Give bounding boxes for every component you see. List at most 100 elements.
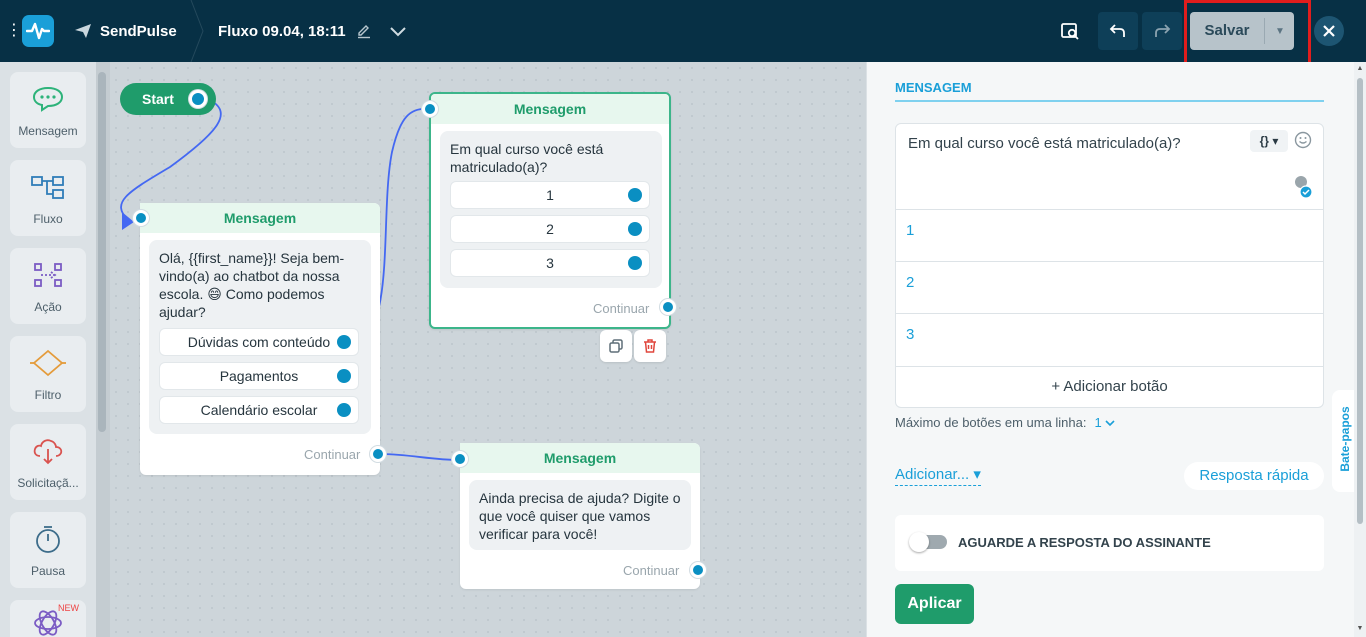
node-toolbar (600, 330, 668, 362)
duplicate-button[interactable] (600, 330, 632, 362)
edit-pencil-icon[interactable] (356, 23, 372, 39)
sidebar-item-label: Pausa (30, 564, 66, 578)
message-settings-panel: MENSAGEM Em qual curso você está matricu… (866, 62, 1354, 637)
sidebar-scrollbar[interactable] (96, 62, 110, 637)
message-textarea[interactable]: Em qual curso você está matriculado(a)? (908, 135, 1181, 152)
sidebar-item-label: Fluxo (33, 212, 63, 226)
sendpulse-logo[interactable] (22, 15, 54, 47)
filter-icon (30, 349, 66, 377)
continue-output-port[interactable] (660, 299, 676, 315)
add-element-dropdown[interactable]: Adicionar... ▾ (895, 465, 981, 486)
flow-title[interactable]: Fluxo 09.04, 18:11 (218, 18, 372, 44)
option-label: 2 (546, 221, 554, 237)
undo-button[interactable] (1098, 12, 1138, 50)
option-port[interactable] (628, 222, 642, 236)
reply-button-label: 2 (906, 274, 915, 291)
emoji-icon[interactable] (1294, 131, 1312, 149)
message-editor: Em qual curso você está matriculado(a)? … (895, 123, 1324, 408)
spellcheck-icon (1295, 176, 1313, 198)
option-button[interactable]: Pagamentos (159, 362, 359, 390)
save-highlight-box (1184, 0, 1311, 66)
await-response-toggle[interactable] (909, 532, 947, 552)
node-input-port[interactable] (133, 210, 149, 226)
chats-side-tab[interactable]: Bate-papos (1332, 390, 1356, 492)
max-buttons-label: Máximo de botões em uma linha: (895, 415, 1087, 430)
scroll-down-arrow[interactable]: ▼ (1356, 625, 1364, 632)
sidebar-item-ai[interactable]: NEW (10, 600, 86, 637)
max-buttons-select[interactable]: 1 (1094, 415, 1115, 430)
continue-label: Continuar (304, 447, 361, 462)
variables-dropdown[interactable]: {} ▾ (1250, 130, 1288, 152)
sidebar-item-acao[interactable]: Ação (10, 248, 86, 324)
await-response-label: AGUARDE A RESPOSTA DO ASSINANTE (958, 535, 1211, 550)
max-buttons-row: Máximo de botões em uma linha: 1 (895, 415, 1115, 430)
sidebar-item-label: Filtro (34, 388, 62, 402)
close-icon (1323, 25, 1335, 37)
option-button[interactable]: 3 (450, 249, 650, 277)
reply-button-row[interactable]: 2 (896, 261, 1323, 313)
option-port[interactable] (337, 335, 351, 349)
redo-button[interactable] (1142, 12, 1182, 50)
apply-button[interactable]: Aplicar (895, 584, 974, 624)
message-text: Ainda precisa de ajuda? Digite o que voc… (479, 490, 681, 542)
reply-button-row[interactable]: 3 (896, 313, 1323, 365)
option-button[interactable]: 2 (450, 215, 650, 243)
message-text: Em qual curso você está matriculado(a)? (450, 141, 604, 175)
start-output-port[interactable] (189, 90, 207, 108)
message-node[interactable]: Mensagem Ainda precisa de ajuda? Digite … (460, 443, 700, 589)
message-node-selected[interactable]: Mensagem Em qual curso você está matricu… (429, 92, 671, 329)
node-title: Mensagem (460, 443, 700, 473)
option-label: Dúvidas com conteúdo (187, 334, 331, 350)
variables-label: {} (1259, 134, 1269, 148)
reply-button-label: 1 (906, 222, 915, 239)
message-bubble: Olá, {{first_name}}! Seja bem-vindo(a) a… (149, 240, 371, 434)
sidebar-item-filtro[interactable]: Filtro (10, 336, 86, 412)
copy-icon (609, 339, 623, 353)
node-input-port[interactable] (422, 101, 438, 117)
option-label: Pagamentos (219, 368, 299, 384)
more-vertical-icon[interactable]: ⋮ (6, 20, 22, 42)
cloud-request-icon (33, 439, 63, 465)
reply-button-row[interactable]: 1 (896, 209, 1323, 261)
top-bar: ⋮ SendPulse Fluxo 09.04, 18:11 Salvar ▼ (0, 0, 1366, 66)
option-port[interactable] (337, 369, 351, 383)
reply-button-label: 3 (906, 326, 915, 343)
flow-canvas[interactable]: Start Mensagem Olá, {{first_name}}! Seja… (110, 62, 866, 637)
continue-label: Continuar (623, 563, 680, 578)
node-title: Mensagem (140, 203, 380, 233)
scroll-up-arrow[interactable]: ▲ (1356, 65, 1364, 72)
option-label: Calendário escolar (200, 402, 318, 418)
sidebar-item-solicitacao[interactable]: Solicitaçã... (10, 424, 86, 500)
panel-scrollbar[interactable]: ▲ ▼ (1354, 62, 1366, 637)
sidebar-item-pausa[interactable]: Pausa (10, 512, 86, 588)
quick-reply-button[interactable]: Resposta rápida (1184, 462, 1324, 490)
option-port[interactable] (628, 256, 642, 270)
close-button[interactable] (1314, 16, 1344, 46)
chevron-down-icon[interactable] (386, 18, 410, 44)
option-label: 3 (546, 255, 554, 271)
option-port[interactable] (337, 403, 351, 417)
delete-button[interactable] (634, 330, 666, 362)
timer-icon (36, 526, 60, 553)
option-port[interactable] (628, 188, 642, 202)
continue-output-port[interactable] (690, 562, 706, 578)
continue-output-port[interactable] (370, 446, 386, 462)
sidebar-item-mensagem[interactable]: Mensagem (10, 72, 86, 148)
sidebar-item-fluxo[interactable]: Fluxo (10, 160, 86, 236)
panel-title: MENSAGEM (895, 80, 972, 95)
message-node[interactable]: Mensagem Olá, {{first_name}}! Seja bem-v… (140, 203, 380, 475)
add-button[interactable]: + Adicionar botão (896, 366, 1323, 408)
brand[interactable]: SendPulse (74, 18, 177, 44)
option-button[interactable]: Dúvidas com conteúdo (159, 328, 359, 356)
start-node[interactable]: Start (120, 83, 216, 115)
sidebar-scroll-thumb[interactable] (98, 72, 106, 432)
action-icon (34, 263, 62, 287)
flow-icon (31, 176, 64, 199)
option-button[interactable]: 1 (450, 181, 650, 209)
add-element-label: Adicionar... (895, 466, 970, 483)
send-icon (75, 24, 91, 38)
preview-button[interactable] (1050, 12, 1090, 50)
node-input-port[interactable] (452, 451, 468, 467)
option-button[interactable]: Calendário escolar (159, 396, 359, 424)
panel-scroll-thumb[interactable] (1357, 78, 1363, 524)
